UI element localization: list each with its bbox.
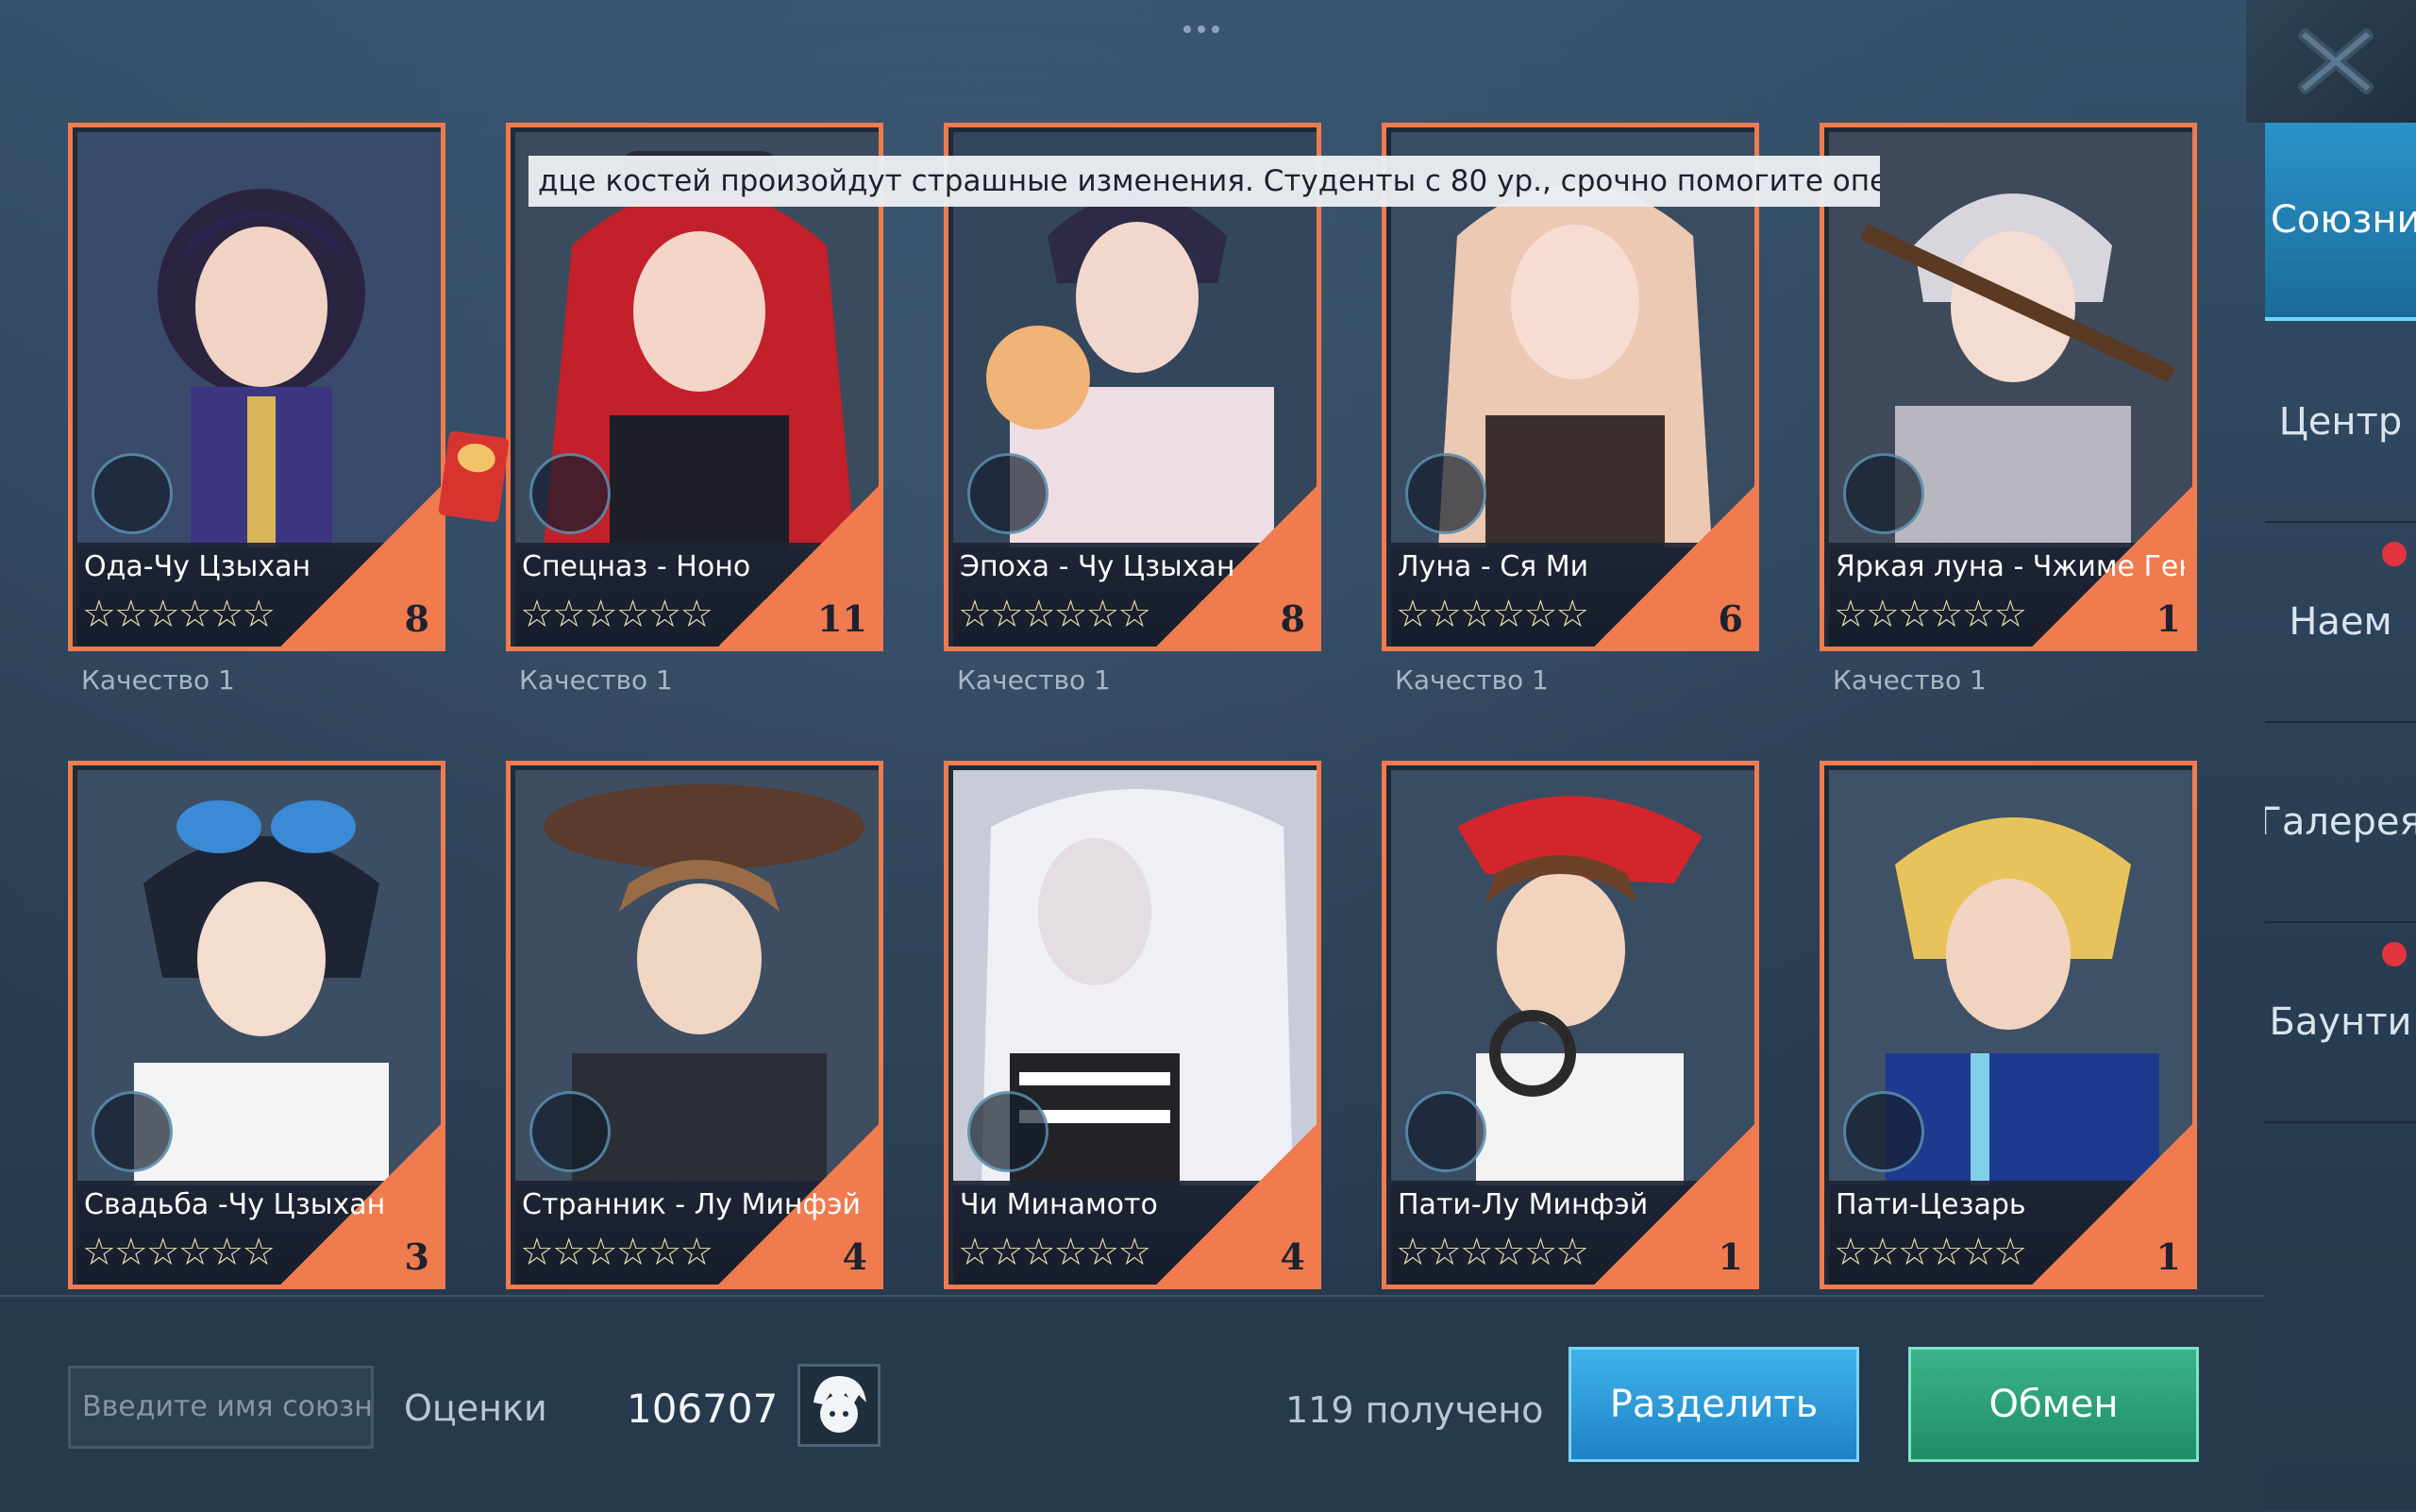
rating-label: Оценки <box>404 1387 547 1429</box>
card-count: 6 <box>1718 597 1743 640</box>
card-frame: Пати-Лу Минфэй ☆☆☆☆☆☆ 1 <box>1382 761 1759 1289</box>
red-envelope-icon[interactable] <box>438 429 510 524</box>
card-count: 3 <box>404 1235 429 1278</box>
card-name: Пати-Цезарь <box>1836 1188 2026 1221</box>
card-quality: Качество 1 <box>1833 664 1987 696</box>
dragon-emblem-icon <box>1405 1091 1486 1172</box>
star-rating: ☆☆☆☆☆☆ <box>1834 593 2027 636</box>
rating-value: 106707 <box>627 1386 779 1432</box>
sidebar: Союзник Центр Наем Галерея Баунти <box>2265 123 2416 1133</box>
sidebar-item-label: Центр <box>2278 400 2403 444</box>
dragon-emblem-icon <box>529 453 611 534</box>
star-rating: ☆☆☆☆☆☆ <box>520 593 713 636</box>
ally-card[interactable]: Странник - Лу Минфэй ☆☆☆☆☆☆ 4 <box>506 761 883 1295</box>
avatar[interactable] <box>797 1364 881 1447</box>
card-name: Чи Минамото <box>960 1188 1158 1221</box>
split-button[interactable]: Разделить <box>1569 1347 1859 1462</box>
dragon-emblem-icon <box>92 1091 173 1172</box>
ally-card[interactable]: Чи Минамото ☆☆☆☆☆☆ 4 <box>944 761 1321 1295</box>
card-name: Пати-Лу Минфэй <box>1398 1188 1649 1221</box>
chibi-avatar-icon <box>814 1376 866 1433</box>
card-name: Спецназ - Ноно <box>522 550 751 583</box>
dragon-emblem-icon <box>967 1091 1049 1172</box>
sidebar-item-center[interactable]: Центр <box>2265 323 2416 523</box>
card-name: Яркая луна - Чжиме Ген <box>1836 550 2185 583</box>
notification-dot <box>2382 542 2407 566</box>
star-rating: ☆☆☆☆☆☆ <box>520 1231 713 1274</box>
card-count: 1 <box>2156 1235 2181 1278</box>
sidebar-item-label: Баунти <box>2269 1000 2412 1044</box>
star-rating: ☆☆☆☆☆☆ <box>958 1231 1151 1274</box>
star-rating: ☆☆☆☆☆☆ <box>1396 1231 1589 1274</box>
sidebar-item-label: Галерея <box>2265 800 2416 844</box>
card-count: 8 <box>404 597 429 640</box>
card-count: 4 <box>842 1235 867 1278</box>
sidebar-item-bounty[interactable]: Баунти <box>2265 923 2416 1123</box>
card-frame: Свадьба -Чу Цзыхан ☆☆☆☆☆☆ 3 <box>68 761 445 1289</box>
sidebar-item-label: Союзник <box>2271 198 2416 242</box>
star-rating: ☆☆☆☆☆☆ <box>1834 1231 2027 1274</box>
card-quality: Качество 1 <box>519 664 673 696</box>
card-count: 4 <box>1280 1235 1305 1278</box>
received-count: 119 получено <box>1285 1389 1544 1431</box>
card-count: 11 <box>817 597 867 640</box>
sidebar-item-allies[interactable]: Союзник <box>2265 123 2416 321</box>
drag-handle-icon[interactable] <box>1183 19 1231 33</box>
star-rating: ☆☆☆☆☆☆ <box>958 593 1151 636</box>
ally-card[interactable]: Ода-Чу Цзыхан ☆☆☆☆☆☆ 8 <box>68 123 445 651</box>
card-quality: Качество 1 <box>1395 664 1549 696</box>
star-rating: ☆☆☆☆☆☆ <box>1396 593 1589 636</box>
dragon-emblem-icon <box>1405 453 1486 534</box>
card-count: 8 <box>1280 597 1305 640</box>
ally-search-input[interactable]: Введите имя союзн <box>68 1366 374 1449</box>
dragon-emblem-icon <box>92 453 173 534</box>
star-rating: ☆☆☆☆☆☆ <box>82 1231 276 1274</box>
card-quality: Качество 1 <box>81 664 235 696</box>
announcement-marquee: дце костей произойдут страшные изменения… <box>528 156 1880 207</box>
sidebar-item-label: Наем <box>2289 600 2392 644</box>
card-name: Свадьба -Чу Цзыхан <box>84 1188 386 1221</box>
close-x-icon <box>2298 28 2374 94</box>
card-name: Ода-Чу Цзыхан <box>84 550 311 583</box>
notification-dot <box>2382 942 2407 966</box>
dragon-emblem-icon <box>529 1091 611 1172</box>
dragon-emblem-icon <box>1843 1091 1924 1172</box>
card-frame: Странник - Лу Минфэй ☆☆☆☆☆☆ 4 <box>506 761 883 1289</box>
ally-card[interactable]: Свадьба -Чу Цзыхан ☆☆☆☆☆☆ 3 <box>68 761 445 1295</box>
exchange-button[interactable]: Обмен <box>1908 1347 2199 1462</box>
sidebar-item-hire[interactable]: Наем <box>2265 523 2416 723</box>
card-count: 1 <box>1718 1235 1743 1278</box>
dragon-emblem-icon <box>967 453 1049 534</box>
card-name: Странник - Лу Минфэй <box>522 1188 862 1221</box>
sidebar-item-gallery[interactable]: Галерея <box>2265 723 2416 923</box>
ally-card[interactable]: Пати-Лу Минфэй ☆☆☆☆☆☆ 1 <box>1382 761 1759 1295</box>
close-button[interactable] <box>2246 0 2416 123</box>
card-name: Эпоха - Чу Цзыхан <box>960 550 1235 583</box>
ally-card[interactable]: Пати-Цезарь ☆☆☆☆☆☆ 1 <box>1820 761 2197 1295</box>
dragon-emblem-icon <box>1843 453 1924 534</box>
card-frame: Ода-Чу Цзыхан ☆☆☆☆☆☆ 8 <box>68 123 445 651</box>
card-frame: Чи Минамото ☆☆☆☆☆☆ 4 <box>944 761 1321 1289</box>
star-rating: ☆☆☆☆☆☆ <box>82 593 276 636</box>
card-quality: Качество 1 <box>957 664 1111 696</box>
card-count: 1 <box>2156 597 2181 640</box>
card-frame: Пати-Цезарь ☆☆☆☆☆☆ 1 <box>1820 761 2197 1289</box>
card-name: Луна - Ся Ми <box>1398 550 1589 583</box>
